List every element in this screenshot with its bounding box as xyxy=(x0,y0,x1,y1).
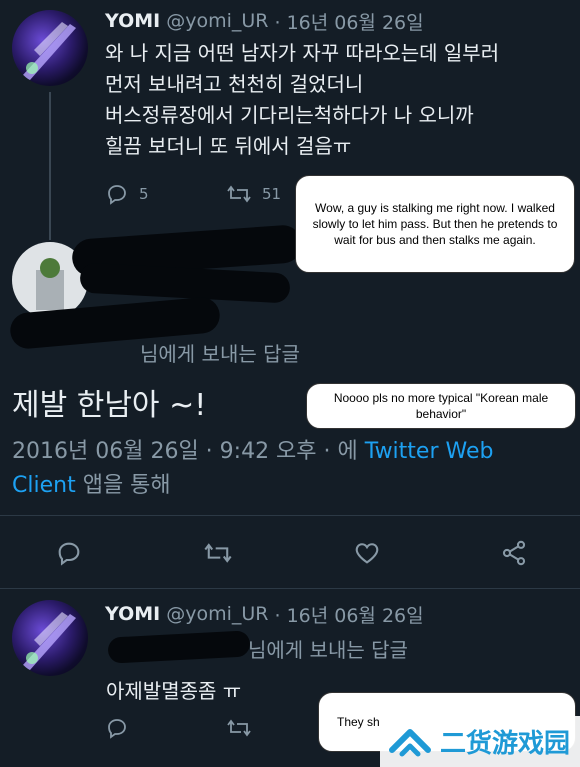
tweet-text: 아제발멸종좀 ㅠ xyxy=(106,679,242,703)
watermark-text: 二货游戏园 xyxy=(440,729,571,759)
reply-icon[interactable] xyxy=(55,539,83,567)
bubble-text: They sh xyxy=(337,715,380,729)
reply-count: 5 xyxy=(139,185,149,203)
retweet-icon[interactable] xyxy=(226,182,252,206)
redacted-mention xyxy=(108,635,248,661)
tweet-text: 와 나 지금 어떤 남자가 자꾸 따라오는데 일부러 먼저 보내려고 천천히 걸… xyxy=(105,41,500,158)
divider xyxy=(0,515,580,516)
avatar[interactable] xyxy=(12,600,88,676)
reply-to-label: 님에게 보내는 답글 xyxy=(248,637,408,662)
reply-icon[interactable] xyxy=(105,182,129,206)
display-name[interactable]: YOMI xyxy=(105,603,160,625)
retweet-icon[interactable] xyxy=(203,539,233,567)
reply-to-label: 님에게 보내는 답글 xyxy=(140,341,300,366)
redacted-mention xyxy=(14,338,140,366)
user-handle[interactable]: @yomi_UR xyxy=(166,10,268,32)
retweet-count: 51 xyxy=(262,185,282,203)
tweet-timestamp: 2016년 06월 26일 · 9:42 오후 · 에 Twitter Web … xyxy=(12,435,552,503)
redaction-scribble xyxy=(79,262,291,304)
tweet-text: 제발 한남아 ~! xyxy=(12,388,207,423)
reply-to-line: 님에게 보내는 답글 xyxy=(14,336,300,368)
retweet-icon[interactable] xyxy=(226,716,252,740)
reply-to-line: 님에게 보내는 답글 xyxy=(108,633,408,663)
thread-line xyxy=(49,92,51,240)
translation-bubble: Wow, a guy is stalking me right now. I w… xyxy=(295,175,575,273)
avatar-image xyxy=(22,612,76,670)
reply-icon[interactable] xyxy=(105,716,129,740)
display-name[interactable]: YOMI xyxy=(105,10,160,32)
user-handle[interactable]: @yomi_UR xyxy=(166,603,268,625)
share-icon[interactable] xyxy=(500,539,528,567)
source-suffix: 앱을 통해 xyxy=(82,473,171,498)
divider xyxy=(0,588,580,589)
tweet-date[interactable]: · 16년 06월 26일 xyxy=(274,8,423,35)
watermark-logo-icon xyxy=(388,726,432,758)
translation-bubble: Noooo pls no more typical "Korean male b… xyxy=(306,383,576,429)
watermark: 二货游戏园 xyxy=(380,716,580,767)
like-icon[interactable] xyxy=(353,539,381,567)
timestamp-text[interactable]: 2016년 06월 26일 · 9:42 오후 · 에 xyxy=(12,439,365,464)
avatar-image xyxy=(22,22,76,80)
tweet-date[interactable]: · 16년 06월 26일 xyxy=(274,601,423,628)
avatar[interactable] xyxy=(12,10,88,86)
